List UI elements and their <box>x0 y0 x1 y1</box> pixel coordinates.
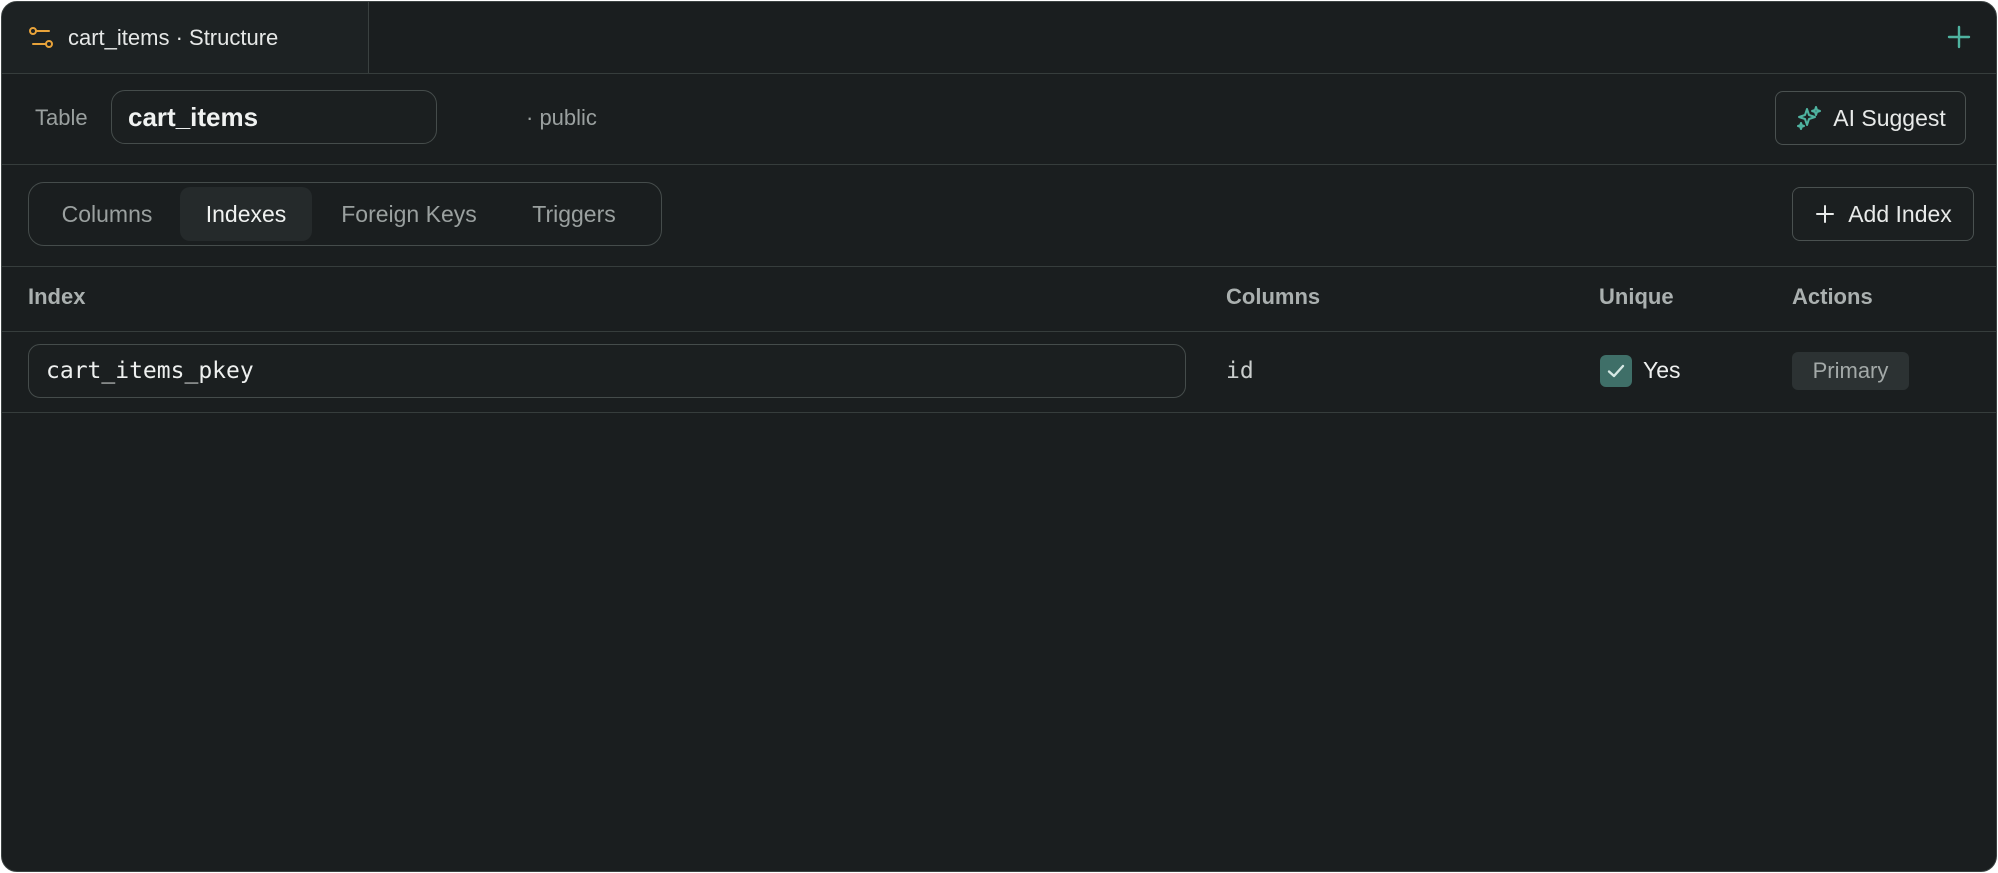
tab-indexes[interactable]: Indexes <box>180 187 312 241</box>
new-tab-plus-icon[interactable] <box>1944 22 1974 52</box>
table-header: Index Columns Unique Actions <box>2 267 1996 332</box>
table-structure-icon <box>29 26 53 48</box>
section-tabs-row: Columns Indexes Foreign Keys Triggers Ad… <box>2 165 1996 267</box>
header-index: Index <box>28 284 86 309</box>
tab-foreign-keys[interactable]: Foreign Keys <box>312 187 506 241</box>
schema-label: · public <box>526 105 597 130</box>
add-index-button[interactable]: Add Index <box>1792 187 1974 241</box>
ai-suggest-label: AI Suggest <box>1833 104 1946 131</box>
table-name-row: Table · public AI Suggest <box>2 74 1996 165</box>
tab-columns[interactable]: Columns <box>34 187 180 241</box>
tab-title: cart_items · Structure <box>68 24 279 50</box>
header-unique: Unique <box>1599 284 1674 309</box>
plus-icon <box>1816 205 1835 223</box>
primary-badge: Primary <box>1792 352 1909 390</box>
tab-triggers[interactable]: Triggers <box>506 187 642 241</box>
unique-checkbox[interactable] <box>1600 355 1632 387</box>
tab-bar: cart_items · Structure <box>2 2 1996 74</box>
add-index-label: Add Index <box>1848 200 1952 227</box>
section-tabs: Columns Indexes Foreign Keys Triggers <box>28 182 662 246</box>
index-columns: id <box>1226 358 1254 384</box>
tab-cart-items-structure[interactable]: cart_items · Structure <box>2 2 369 73</box>
ai-suggest-button[interactable]: AI Suggest <box>1775 91 1966 145</box>
header-columns: Columns <box>1226 284 1321 309</box>
header-actions: Actions <box>1792 284 1873 309</box>
table-name-input[interactable] <box>111 90 437 144</box>
unique-label: Yes <box>1643 357 1681 383</box>
table-row: id Yes Primary <box>2 332 1996 413</box>
index-name-input[interactable] <box>28 344 1186 398</box>
table-label: Table <box>35 105 88 130</box>
structure-window: cart_items · Structure Table · public AI… <box>1 1 1997 872</box>
check-icon <box>1607 364 1625 378</box>
sparkles-icon <box>1797 106 1822 130</box>
